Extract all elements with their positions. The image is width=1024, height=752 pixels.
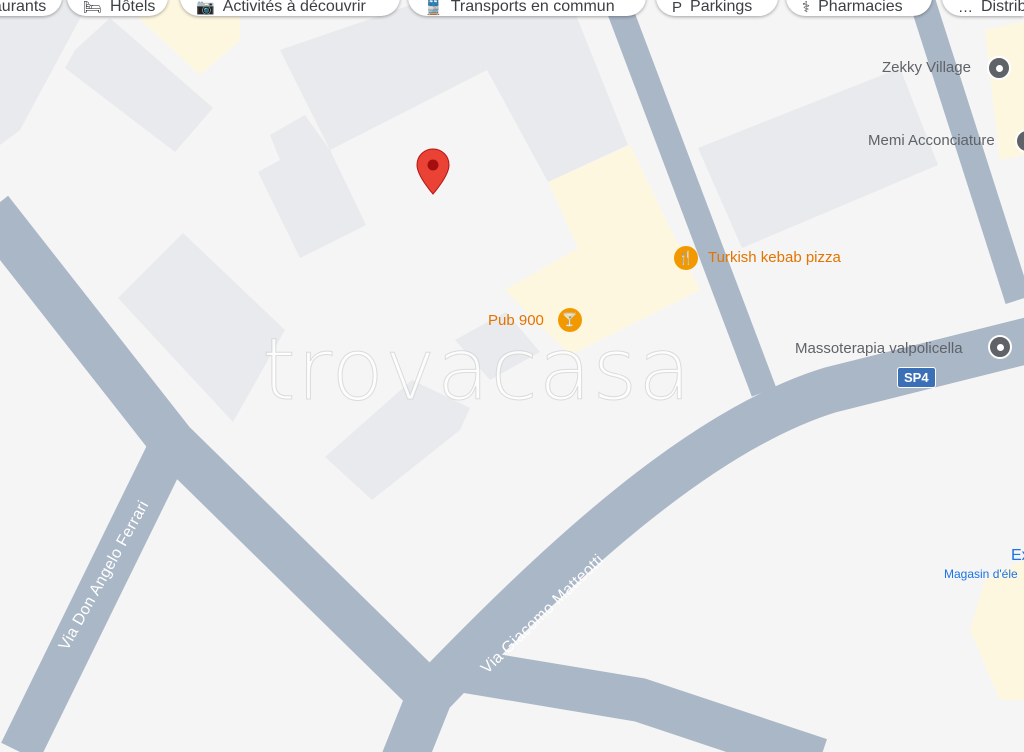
chip-label: Restaurants [0,0,47,15]
chip-atms[interactable]: … Distributeurs [942,0,1024,16]
building [698,68,938,248]
poi-generic-icon[interactable] [987,56,1011,80]
bar-icon[interactable]: 🍸 [558,308,582,332]
poi-label-zekky[interactable]: Zekky Village [882,59,971,76]
chip-label: Hôtels [110,0,156,15]
trovacasa-watermark: trovacasa [262,320,692,421]
chip-pharmacies[interactable]: ⚕ Pharmacies [786,0,932,16]
chip-parkings[interactable]: P Parkings [656,0,778,16]
commercial-area [970,560,1024,700]
camera-icon: 📷 [196,0,215,16]
map-canvas[interactable]: trovacasa Restaurants 🛏 Hôtels 📷 Activit… [0,0,1024,752]
poi-sublabel-magasin: Magasin d'éle [944,567,1018,581]
road-lower-east [456,648,827,752]
chip-transit[interactable]: 🚆 Transports en commun [408,0,646,16]
building [480,0,628,182]
chip-label: Activités à découvrir [222,0,366,15]
hotel-icon: 🛏 [83,0,103,16]
pharmacy-icon: ⚕ [802,0,811,16]
poi-label-pub[interactable]: Pub 900 [488,312,544,329]
transit-icon: 🚆 [424,0,443,16]
poi-label-ex[interactable]: Ex [1011,547,1024,565]
chip-label: Distributeurs [981,0,1024,15]
chip-label: Transports en commun [450,0,615,15]
poi-label-turkish[interactable]: Turkish kebab pizza [708,249,841,266]
poi-label-memi[interactable]: Memi Acconciature [868,132,995,149]
restaurant-icon[interactable]: 🍴 [674,246,698,270]
poi-generic-icon[interactable] [988,335,1012,359]
location-pin-icon[interactable] [416,148,450,196]
chip-hotels[interactable]: 🛏 Hôtels [67,0,168,16]
chip-label: Parkings [690,0,753,15]
poi-label-massoterapia[interactable]: Massoterapia valpolicella [795,340,963,357]
chip-activities[interactable]: 📷 Activités à découvrir [180,0,400,16]
chip-label: Pharmacies [818,0,903,15]
parking-icon: P [672,0,683,16]
atm-icon: … [958,0,973,16]
road-shield-sp4: SP4 [897,367,936,388]
